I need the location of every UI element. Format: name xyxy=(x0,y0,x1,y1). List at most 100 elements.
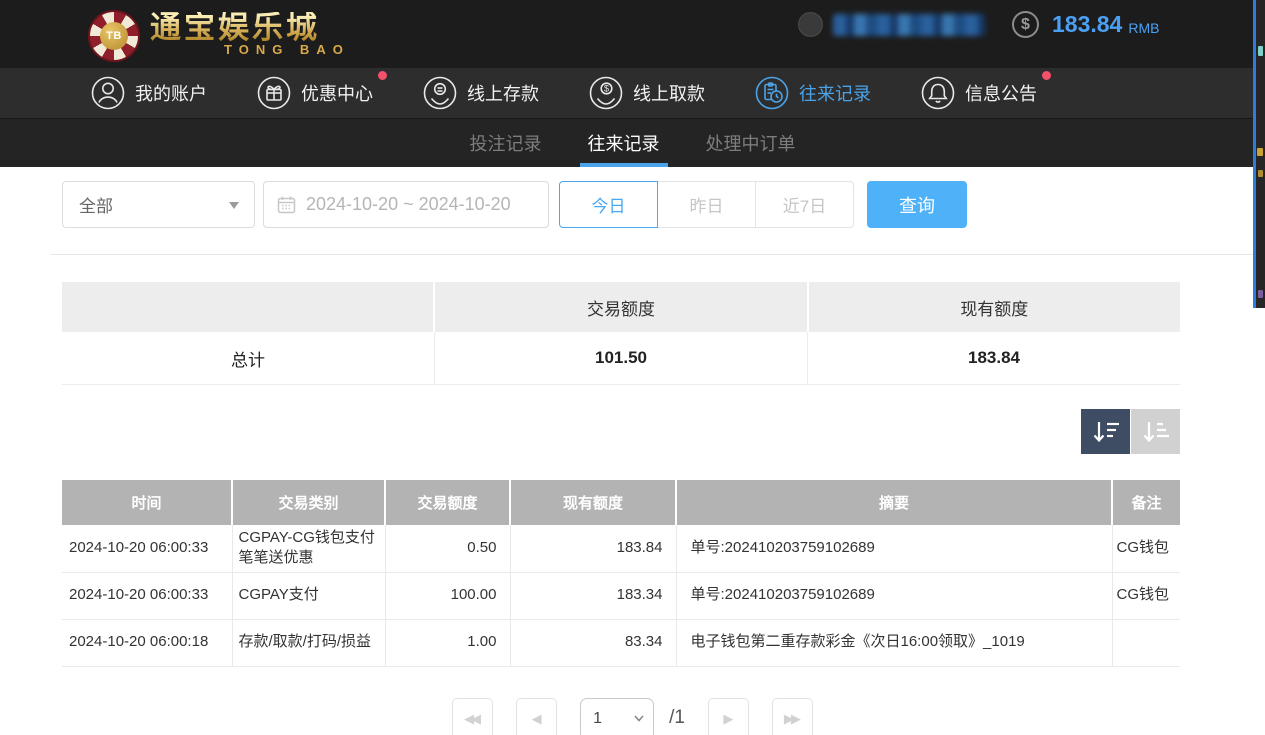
col-header-summary: 摘要 xyxy=(676,480,1112,525)
nav-item-deposit[interactable]: 线上存款 xyxy=(422,75,539,111)
cell-amount: 1.00 xyxy=(385,619,510,666)
user-area[interactable] xyxy=(798,12,985,37)
sort-descending-icon xyxy=(1091,419,1121,445)
notification-dot xyxy=(378,71,387,80)
tab-transaction-records[interactable]: 往来记录 xyxy=(588,119,660,167)
deposit-coin-hand-icon xyxy=(422,75,458,111)
cell-amount: 0.50 xyxy=(385,525,510,572)
summary-header-empty xyxy=(62,282,433,332)
notification-dot xyxy=(1042,71,1051,80)
summary-header-transaction: 交易额度 xyxy=(435,282,806,332)
right-arrow-icon: ▶ xyxy=(723,711,733,727)
cell-type: 存款/取款/打码/损益 xyxy=(232,619,385,666)
withdraw-dollar-hand-icon: $ xyxy=(588,75,624,111)
type-select[interactable]: 全部 xyxy=(62,181,255,228)
page-select-value: 1 xyxy=(593,710,602,728)
prev-page-button[interactable]: ◀ xyxy=(516,698,557,735)
sort-ascending-button[interactable] xyxy=(1131,409,1180,454)
window-edge-line xyxy=(1253,0,1256,308)
table-row: 2024-10-20 06:00:18 存款/取款/打码/损益 1.00 83.… xyxy=(62,619,1180,666)
nav-item-my-account[interactable]: 我的账户 xyxy=(90,75,207,111)
records-table: 时间 交易类别 交易额度 现有额度 摘要 备注 2024-10-20 06:00… xyxy=(62,480,1180,667)
logo-text: 通宝娱乐城 TONG BAO xyxy=(150,12,350,57)
balance[interactable]: $ 183.84 RMB xyxy=(1012,11,1159,38)
user-icon xyxy=(90,75,126,111)
today-button[interactable]: 今日 xyxy=(559,181,658,228)
casino-chip-icon: TB xyxy=(88,10,140,62)
last-7-days-button[interactable]: 近7日 xyxy=(755,181,854,228)
summary-table: 交易额度 现有额度 总计 101.50 183.84 xyxy=(62,282,1180,385)
sort-descending-button[interactable] xyxy=(1081,409,1130,454)
summary-current-total: 183.84 xyxy=(807,332,1180,384)
username-redacted xyxy=(833,14,985,36)
col-header-amount: 交易额度 xyxy=(385,480,510,525)
main-nav: 我的账户 优惠中心 线上存款 $ 线上取款 xyxy=(0,68,1265,119)
search-button[interactable]: 查询 xyxy=(867,181,967,228)
next-page-button[interactable]: ▶ xyxy=(708,698,749,735)
cell-summary: 单号:202410203759102689 xyxy=(676,572,1112,619)
cell-balance: 83.34 xyxy=(510,619,676,666)
cell-balance: 183.34 xyxy=(510,572,676,619)
nav-label: 信息公告 xyxy=(965,80,1037,106)
summary-transaction-total: 101.50 xyxy=(434,332,807,384)
bell-icon xyxy=(920,75,956,111)
yesterday-button[interactable]: 昨日 xyxy=(657,181,756,228)
table-row: 2024-10-20 06:00:33 CGPAY-CG钱包支付笔笔送优惠 0.… xyxy=(62,525,1180,572)
summary-header-row: 交易额度 现有额度 xyxy=(62,282,1180,332)
nav-label: 优惠中心 xyxy=(301,80,373,106)
first-page-button[interactable]: ◀◀ xyxy=(452,698,493,735)
nav-label: 我的账户 xyxy=(135,80,207,106)
filter-row: 全部 2024-10-20 ~ 2024-10-20 今日 昨日 近7日 查询 xyxy=(62,181,1265,228)
chip-label: TB xyxy=(100,22,128,50)
nav-item-promotions[interactable]: 优惠中心 xyxy=(256,75,373,111)
tab-pending-orders[interactable]: 处理中订单 xyxy=(706,119,796,167)
date-range-value: 2024-10-20 ~ 2024-10-20 xyxy=(306,194,511,215)
nav-label: 线上存款 xyxy=(467,80,539,106)
site-logo[interactable]: TB 通宝娱乐城 TONG BAO xyxy=(88,6,350,62)
cell-amount: 100.00 xyxy=(385,572,510,619)
double-right-arrow-icon: ▶▶ xyxy=(784,711,798,727)
cell-note: CG钱包 xyxy=(1112,525,1180,572)
summary-total-row: 总计 101.50 183.84 xyxy=(62,332,1180,385)
last-page-button[interactable]: ▶▶ xyxy=(772,698,813,735)
pagination: ◀◀ ◀ 1 /1 ▶ ▶▶ xyxy=(0,698,1265,735)
cell-summary: 电子钱包第二重存款彩金《次日16:00领取》_1019 xyxy=(676,619,1112,666)
avatar xyxy=(798,12,823,37)
tab-bet-records[interactable]: 投注记录 xyxy=(470,119,542,167)
nav-item-transaction-records[interactable]: 往来记录 xyxy=(754,75,871,111)
cell-note: CG钱包 xyxy=(1112,572,1180,619)
nav-label: 往来记录 xyxy=(799,80,871,106)
nav-item-announcements[interactable]: 信息公告 xyxy=(920,75,1037,111)
balance-currency: RMB xyxy=(1128,20,1159,36)
cell-summary: 单号:202410203759102689 xyxy=(676,525,1112,572)
cell-type: CGPAY-CG钱包支付笔笔送优惠 xyxy=(232,525,385,572)
col-header-time: 时间 xyxy=(62,480,232,525)
logo-title: 通宝娱乐城 xyxy=(150,12,350,43)
summary-total-label: 总计 xyxy=(62,332,434,384)
balance-amount: 183.84 xyxy=(1052,11,1122,38)
dollar-coin-icon: $ xyxy=(1012,11,1039,38)
calendar-icon xyxy=(277,195,296,214)
chevron-down-icon xyxy=(229,202,239,209)
col-header-note: 备注 xyxy=(1112,480,1180,525)
cell-balance: 183.84 xyxy=(510,525,676,572)
page-select[interactable]: 1 xyxy=(580,698,654,735)
sort-ascending-icon xyxy=(1141,419,1171,445)
subtab-bar: 投注记录 往来记录 处理中订单 xyxy=(0,119,1265,167)
cell-time: 2024-10-20 06:00:33 xyxy=(62,525,232,572)
col-header-balance: 现有额度 xyxy=(510,480,676,525)
edge-artifact xyxy=(1258,46,1263,56)
nav-label: 线上取款 xyxy=(633,80,705,106)
svg-text:$: $ xyxy=(604,84,609,94)
page-total-label: /1 xyxy=(669,698,685,729)
table-row: 2024-10-20 06:00:33 CGPAY支付 100.00 183.3… xyxy=(62,572,1180,619)
records-clipboard-clock-icon xyxy=(754,75,790,111)
records-header-row: 时间 交易类别 交易额度 现有额度 摘要 备注 xyxy=(62,480,1180,525)
type-select-value: 全部 xyxy=(79,192,113,217)
edge-artifact xyxy=(1258,170,1263,177)
date-range-input[interactable]: 2024-10-20 ~ 2024-10-20 xyxy=(263,181,549,228)
cell-note xyxy=(1112,619,1180,666)
nav-item-withdraw[interactable]: $ 线上取款 xyxy=(588,75,705,111)
col-header-type: 交易类别 xyxy=(232,480,385,525)
topbar: TB 通宝娱乐城 TONG BAO $ 183.84 RMB xyxy=(0,0,1265,68)
